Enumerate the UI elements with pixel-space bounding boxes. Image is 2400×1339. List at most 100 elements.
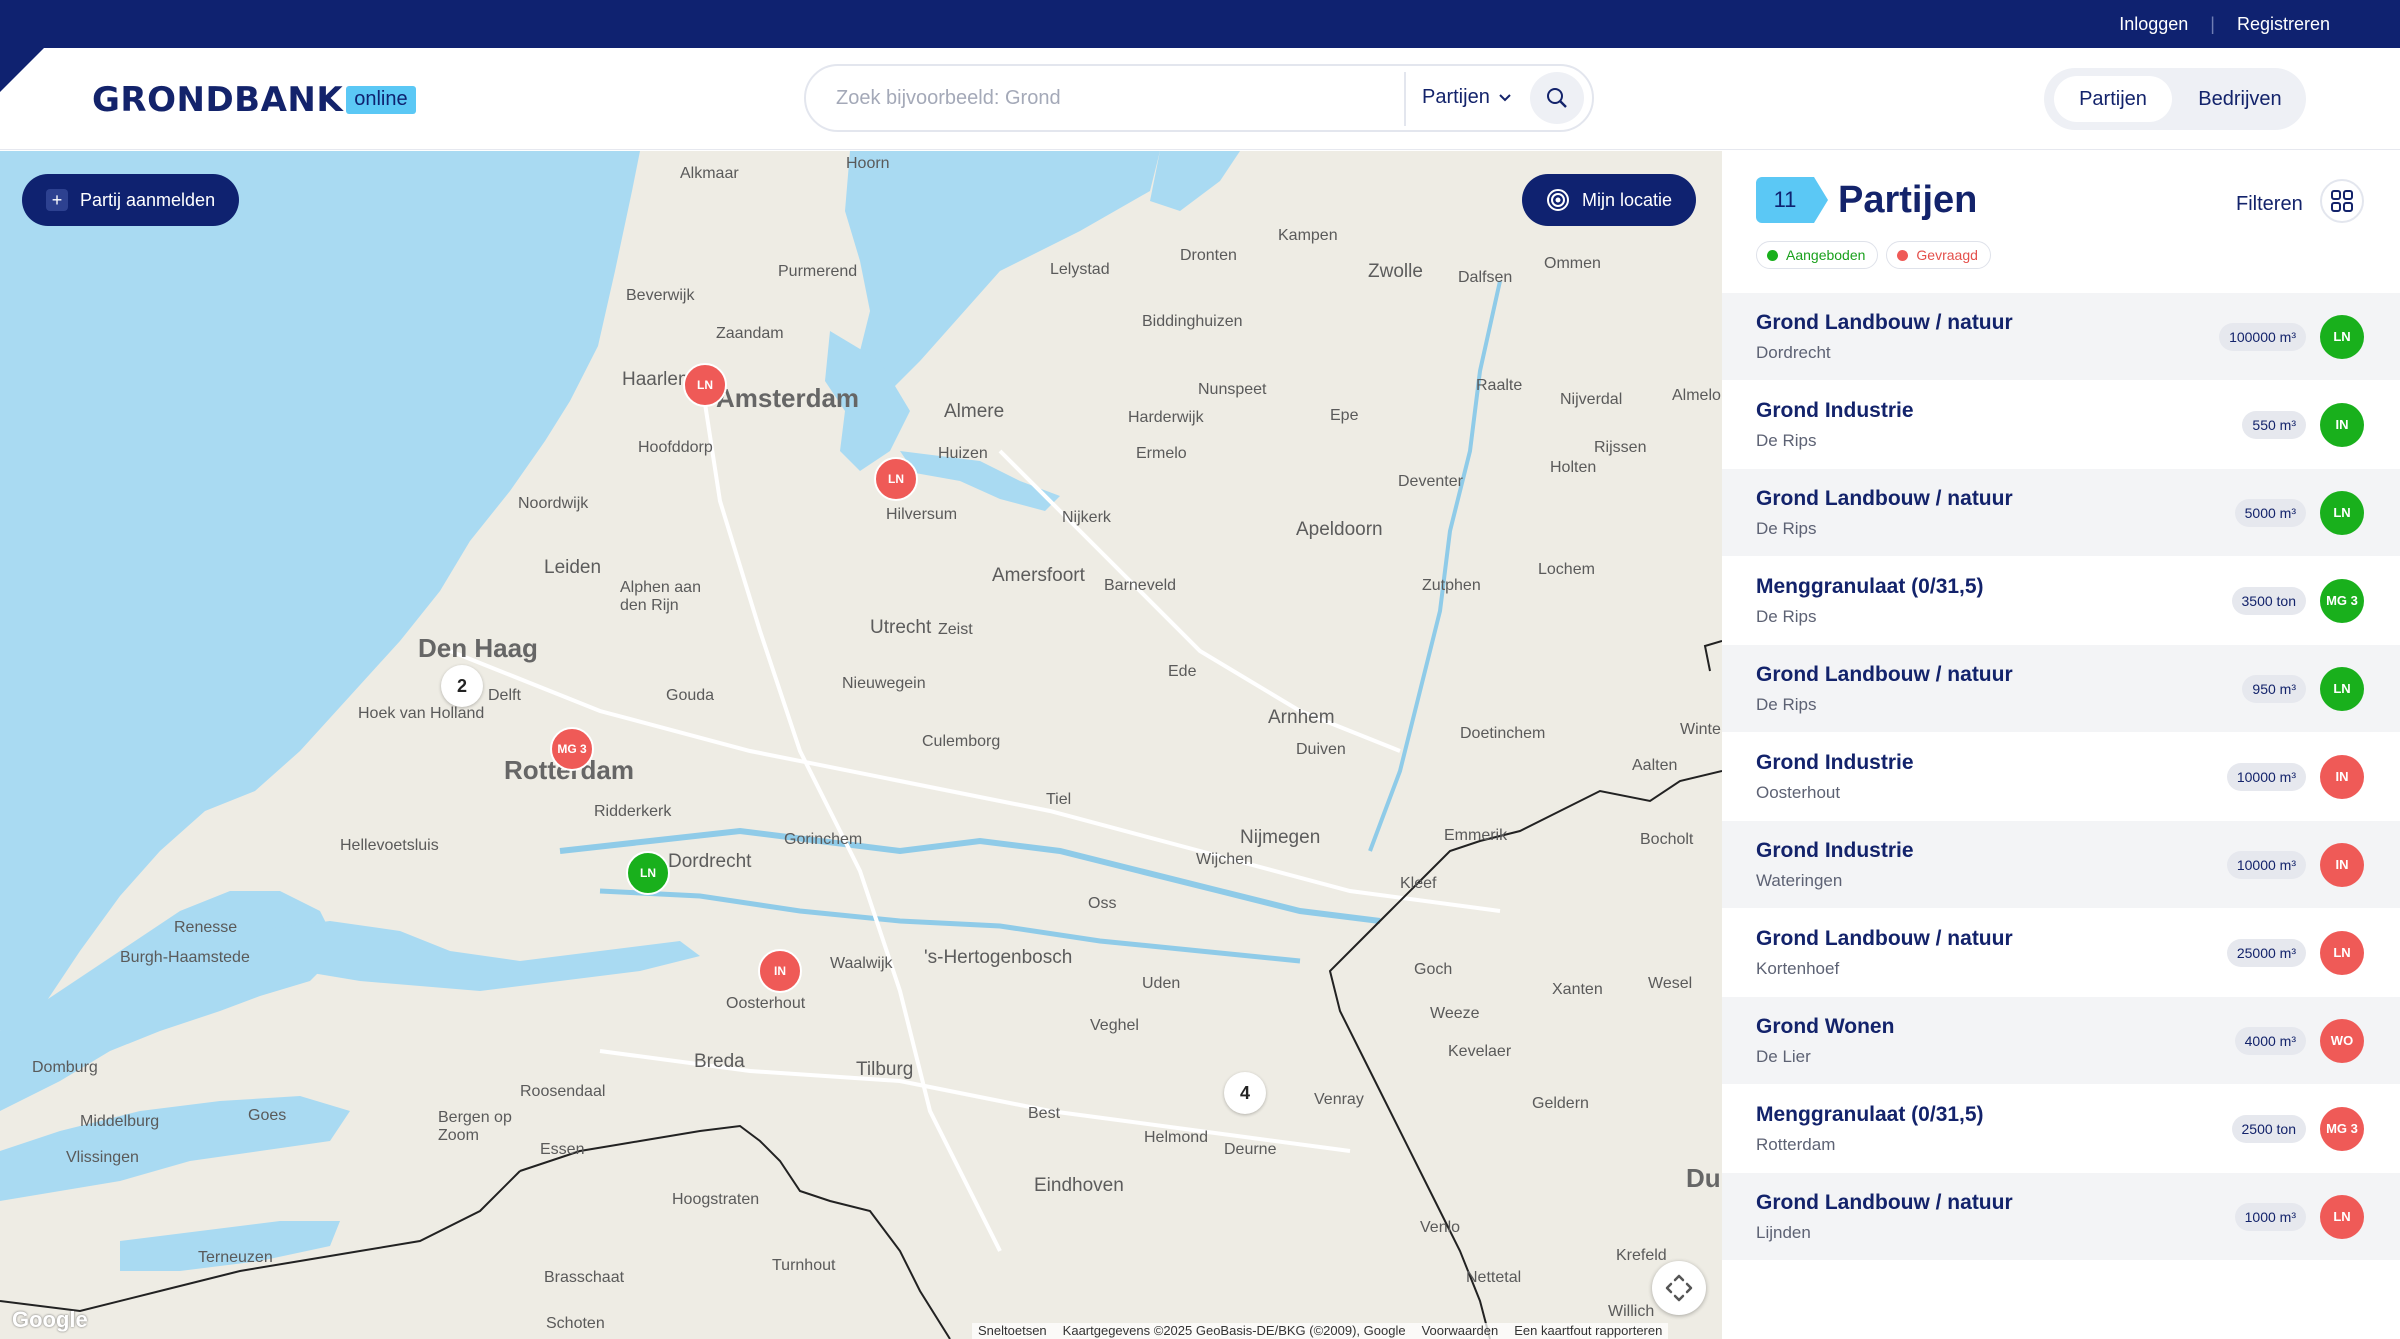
place-label: Krefeld xyxy=(1616,1247,1667,1264)
item-quantity: 10000 m³ xyxy=(2226,851,2306,879)
place-label: Xanten xyxy=(1552,981,1603,998)
map-marker[interactable]: IN xyxy=(758,949,802,993)
legend-requested[interactable]: Gevraagd xyxy=(1886,241,1991,269)
place-label: Nijmegen xyxy=(1240,827,1321,848)
map-marker[interactable]: LN xyxy=(874,457,918,501)
register-link[interactable]: Registreren xyxy=(2237,14,2330,35)
place-label: Duiven xyxy=(1296,741,1346,758)
logo[interactable]: GRONDBANK online xyxy=(92,80,416,120)
my-location-button[interactable]: Mijn locatie xyxy=(1522,174,1697,226)
header-corner-decoration xyxy=(0,48,44,92)
list-item[interactable]: Grond Industrie Wateringen 10000 m³ IN xyxy=(1722,821,2400,909)
item-title: Grond Industrie xyxy=(1756,751,1914,774)
place-label: Schoten xyxy=(546,1315,605,1332)
place-label: Tiel xyxy=(1046,791,1072,808)
filter-label[interactable]: Filteren xyxy=(2236,193,2303,216)
place-label: Hoorn xyxy=(846,155,890,172)
item-type-badge: IN xyxy=(2320,755,2364,799)
toggle-partijen[interactable]: Partijen xyxy=(2054,76,2172,122)
chevron-down-icon xyxy=(1499,93,1511,101)
place-label: Kampen xyxy=(1278,227,1338,244)
link-separator: | xyxy=(2210,13,2215,34)
results-panel: 11 Partijen Filteren Aangeboden Gevraagd… xyxy=(1722,151,2400,1339)
place-label: Harderwijk xyxy=(1128,409,1204,426)
list-item[interactable]: Grond Landbouw / natuur Kortenhoef 25000 m… xyxy=(1722,909,2400,997)
map-cluster[interactable]: 4 xyxy=(1224,1072,1266,1114)
item-type-badge: LN xyxy=(2320,1195,2364,1239)
list-item[interactable]: Menggranulaat (0/31,5) De Rips 3500 ton MG … xyxy=(1722,557,2400,645)
item-location: De Rips xyxy=(1756,695,1817,714)
place-label: Arnhem xyxy=(1268,707,1335,728)
place-label: Epe xyxy=(1330,407,1359,424)
terms-link[interactable]: Voorwaarden xyxy=(1422,1323,1499,1339)
report-error-link[interactable]: Een kaartfout rapporteren xyxy=(1514,1323,1662,1339)
map-marker[interactable]: LN xyxy=(626,851,670,895)
place-label: Leiden xyxy=(544,557,602,578)
list-item[interactable]: Grond Industrie Oosterhout 10000 m³ IN xyxy=(1722,733,2400,821)
place-label: Zwolle xyxy=(1368,261,1423,282)
place-label: Almelo xyxy=(1672,387,1721,404)
legend-offered[interactable]: Aangeboden xyxy=(1756,241,1879,269)
map-data-credit: Kaartgegevens ©2025 GeoBasis-DE/BKG (©20… xyxy=(1062,1323,1406,1338)
place-label: Holten xyxy=(1550,459,1597,476)
list-item[interactable]: Menggranulaat (0/31,5) Rotterdam 2500 ton M… xyxy=(1722,1085,2400,1173)
place-label: Dronten xyxy=(1180,247,1237,264)
item-type-badge: MG 3 xyxy=(2320,579,2364,623)
map[interactable]: Amsterdam Den Haag Rotterdam Utrecht Haa… xyxy=(0,151,1722,1339)
grid-view-button[interactable] xyxy=(2320,179,2364,223)
map-marker[interactable]: MG 3 xyxy=(550,727,594,771)
search-button[interactable] xyxy=(1530,72,1584,124)
place-label: Nettetal xyxy=(1466,1269,1522,1286)
place-label: Best xyxy=(1028,1105,1061,1122)
item-quantity: 10000 m³ xyxy=(2226,763,2306,791)
place-label: Beverwijk xyxy=(626,287,695,304)
place-label: Kevelaer xyxy=(1448,1043,1512,1060)
item-type-badge: MG 3 xyxy=(2320,1107,2364,1151)
place-label: Vlissingen xyxy=(66,1149,139,1166)
place-label: Brasschaat xyxy=(544,1269,625,1286)
place-label: Hoek van Holland xyxy=(358,705,485,722)
item-location: Wateringen xyxy=(1756,871,1843,890)
item-location: De Rips xyxy=(1756,431,1817,450)
list-item[interactable]: Grond Landbouw / natuur Dordrecht 100000 m… xyxy=(1722,293,2400,381)
place-label: Culemborg xyxy=(922,733,1001,750)
place-label: Helmond xyxy=(1144,1129,1209,1146)
map-marker[interactable]: LN xyxy=(683,363,727,407)
logo-wordmark: GRONDBANK xyxy=(92,80,344,120)
list-item[interactable]: Grond Industrie De Rips 550 m³ IN xyxy=(1722,381,2400,469)
list-item[interactable]: Grond Landbouw / natuur De Rips 950 m³ LN xyxy=(1722,645,2400,733)
add-party-button[interactable]: + Partij aanmelden xyxy=(22,174,240,226)
place-label: Deventer xyxy=(1398,473,1463,490)
place-label: Goes xyxy=(248,1107,287,1124)
shortcuts-link[interactable]: Sneltoetsen xyxy=(978,1323,1047,1339)
toggle-bedrijven[interactable]: Bedrijven xyxy=(2180,76,2300,122)
map-attribution: Sneltoetsen Kaartgegevens ©2025 GeoBasis… xyxy=(972,1323,1669,1339)
place-label: Aalten xyxy=(1632,757,1678,774)
panel-title: Partijen xyxy=(1838,178,1978,221)
login-link[interactable]: Inloggen xyxy=(2119,14,2188,35)
list-item[interactable]: Grond Landbouw / natuur De Rips 5000 m³ LN xyxy=(1722,469,2400,557)
place-label: Deurne xyxy=(1224,1141,1277,1158)
place-label: Wijchen xyxy=(1196,851,1253,868)
list-item[interactable]: Grond Wonen De Lier 4000 m³ WO xyxy=(1722,997,2400,1085)
item-location: De Rips xyxy=(1756,607,1817,626)
place-label: Turnhout xyxy=(772,1257,836,1274)
map-cluster[interactable]: 2 xyxy=(441,665,483,707)
place-label: Huizen xyxy=(938,445,988,462)
search-scope-select[interactable]: Partijen xyxy=(1422,86,1512,109)
place-label: Zaandam xyxy=(716,325,784,342)
place-label: Lochem xyxy=(1538,561,1595,578)
fullscreen-icon xyxy=(1665,1274,1693,1302)
place-label: Domburg xyxy=(32,1059,98,1076)
search-input[interactable] xyxy=(836,80,1356,116)
place-label: Utrecht xyxy=(870,617,932,638)
item-location: Dordrecht xyxy=(1756,343,1831,362)
result-count: 11 xyxy=(1756,177,1828,223)
plus-icon: + xyxy=(46,189,68,211)
fullscreen-button[interactable] xyxy=(1652,1261,1706,1315)
list-item[interactable]: Grond Landbouw / natuur Lijnden 1000 m³ LN xyxy=(1722,1173,2400,1261)
place-label: Oosterhout xyxy=(726,995,806,1012)
place-label: Waalwijk xyxy=(830,955,893,972)
place-label: Emmerik xyxy=(1444,827,1508,844)
item-quantity: 100000 m³ xyxy=(2219,323,2306,351)
